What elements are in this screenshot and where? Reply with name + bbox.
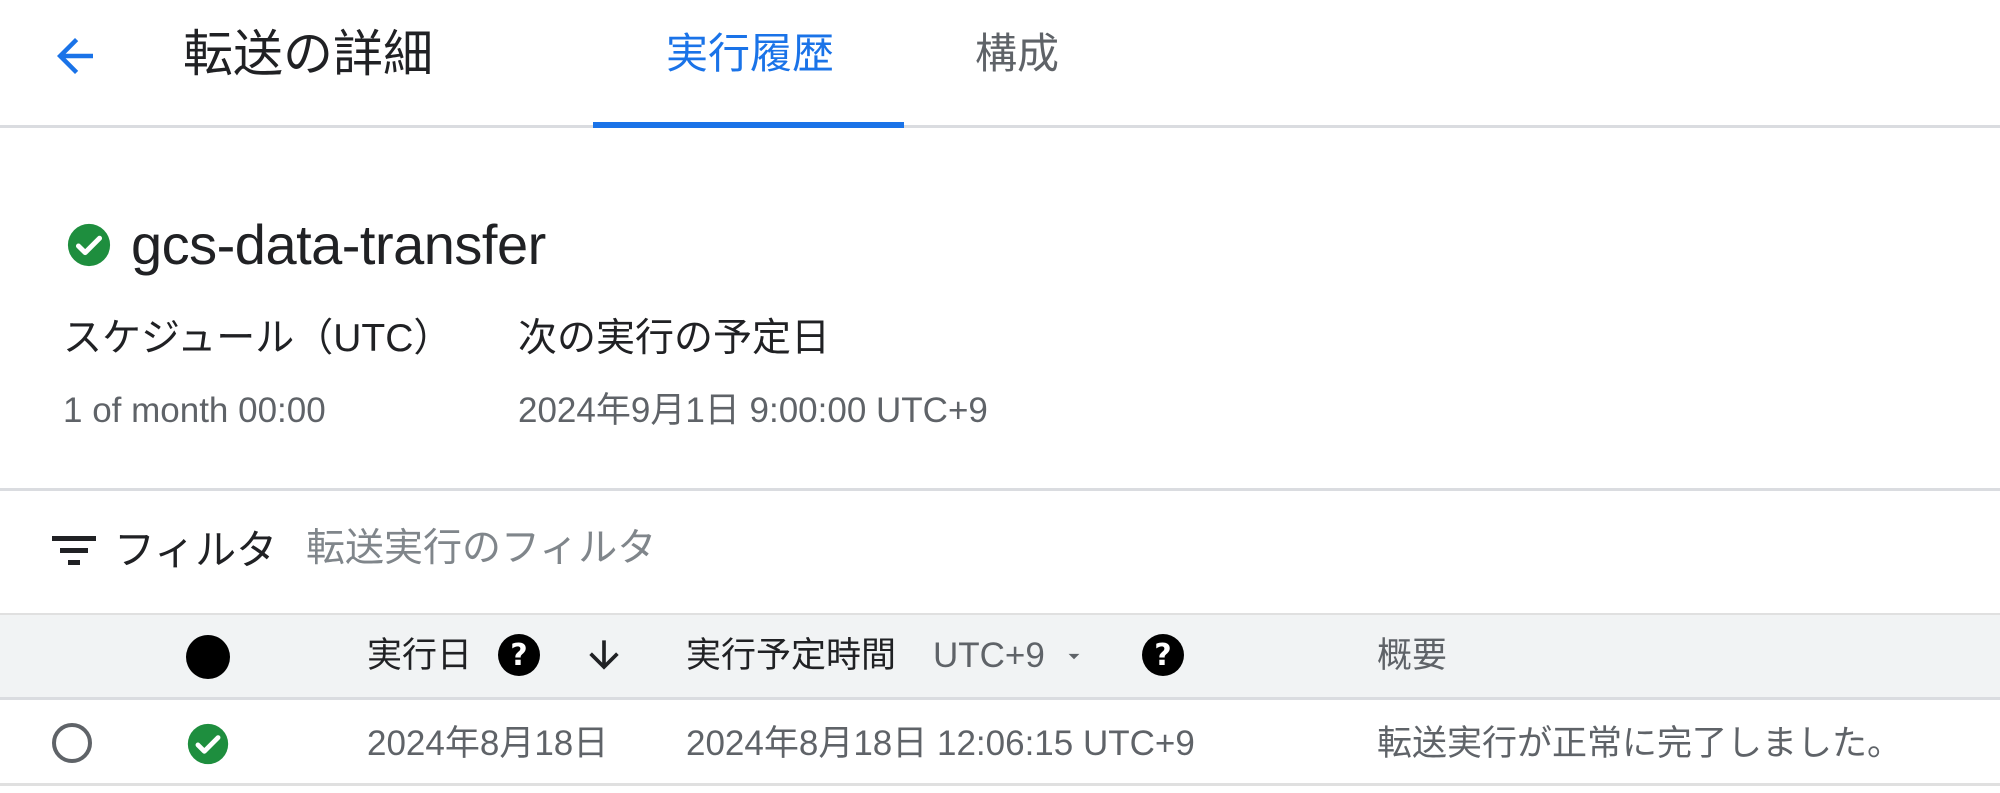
tab-configuration[interactable]: 構成: [975, 22, 1059, 86]
column-header-scheduled-time: 実行予定時間: [686, 636, 897, 675]
help-icon[interactable]: ?: [1142, 634, 1184, 676]
back-button[interactable]: [40, 26, 110, 86]
transfer-name: gcs-data-transfer: [131, 213, 546, 276]
help-icon[interactable]: ?: [498, 634, 540, 676]
dropdown-arrow-icon[interactable]: [1058, 643, 1090, 669]
arrow-back-icon: [57, 38, 93, 74]
next-run-value: 2024年9月1日 9:00:00 UTC+9: [518, 391, 988, 430]
page-title: 転送の詳細: [183, 26, 433, 82]
row-select-radio[interactable]: [52, 723, 92, 763]
column-header-run-date[interactable]: 実行日: [367, 634, 472, 678]
timezone-select[interactable]: UTC+9: [933, 634, 1045, 678]
filter-label[interactable]: フィルタ: [114, 524, 277, 576]
check-circle-icon: [67, 223, 111, 267]
status-dot-icon: [186, 635, 230, 679]
active-tab-indicator: [593, 122, 904, 128]
cell-summary: 転送実行が正常に完了しました。: [1377, 724, 1903, 763]
section-divider: [0, 488, 2000, 491]
arrow-downward-icon[interactable]: [582, 633, 626, 677]
column-header-summary: 概要: [1377, 636, 1448, 675]
cell-scheduled-time: 2024年8月18日 12:06:15 UTC+9: [686, 724, 1195, 763]
next-run-label: 次の実行の予定日: [518, 317, 831, 360]
tab-run-history[interactable]: 実行履歴: [666, 22, 834, 86]
check-circle-icon: [187, 723, 229, 765]
cell-run-date[interactable]: 2024年8月18日: [367, 722, 608, 766]
schedule-label: スケジュール（UTC）: [63, 317, 453, 360]
filter-list-icon[interactable]: [52, 536, 96, 566]
filter-input[interactable]: [306, 520, 1106, 578]
schedule-value: 1 of month 00:00: [63, 391, 326, 430]
